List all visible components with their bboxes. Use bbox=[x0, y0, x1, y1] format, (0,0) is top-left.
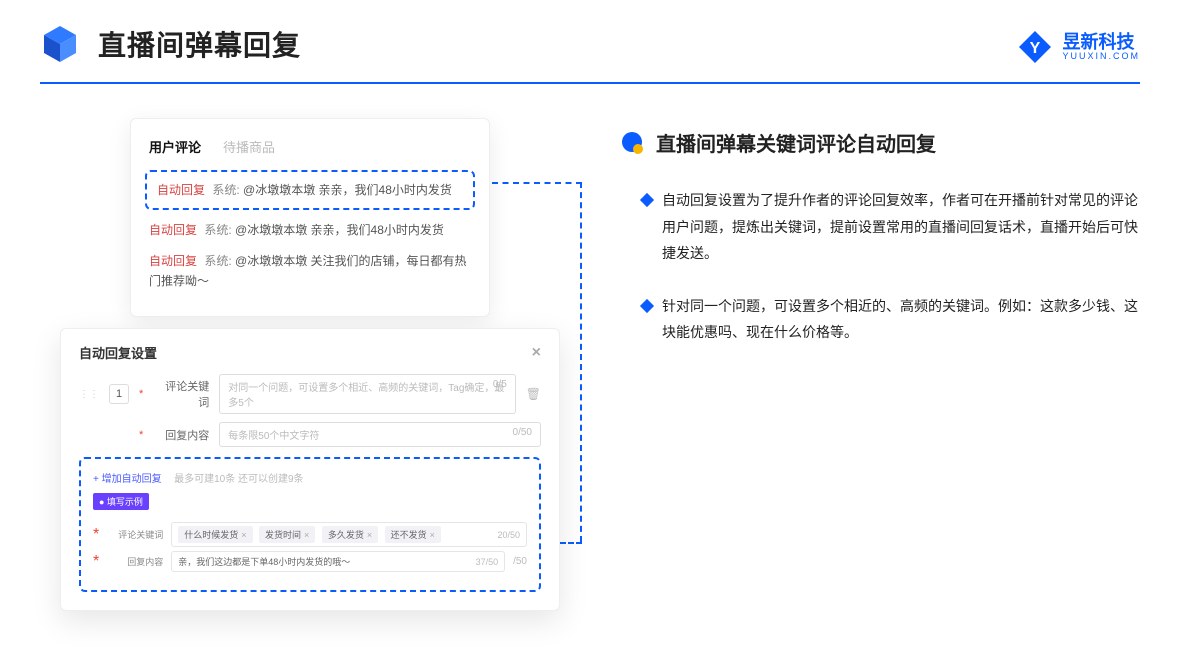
reply-count: 0/50 bbox=[513, 427, 532, 438]
diamond-bullet-icon bbox=[640, 299, 654, 313]
outer-count: /50 bbox=[513, 556, 527, 567]
auto-reply-tag: 自动回复 bbox=[149, 254, 197, 268]
keyword-count: 0/5 bbox=[493, 379, 507, 390]
connector-line bbox=[492, 182, 582, 184]
close-icon[interactable]: × bbox=[532, 344, 541, 362]
auto-reply-tag: 自动回复 bbox=[149, 223, 197, 237]
settings-title: 自动回复设置 bbox=[79, 343, 157, 362]
comments-panel: 用户评论 待播商品 自动回复 系统: @冰墩墩本墩 亲亲，我们48小时内发货 自… bbox=[130, 118, 490, 317]
required-mark: * bbox=[93, 526, 99, 544]
bullet-text: 针对同一个问题，可设置多个相近的、高频的关键词。例如：这款多少钱、这块能优惠吗、… bbox=[662, 293, 1140, 346]
example-reply-label: 回复内容 bbox=[109, 555, 163, 568]
reply-placeholder: 每条限50个中文字符 bbox=[228, 431, 319, 442]
comment-text: @冰墩墩本墩 亲亲，我们48小时内发货 bbox=[243, 183, 452, 197]
comment-text: @冰墩墩本墩 亲亲，我们48小时内发货 bbox=[235, 223, 444, 237]
comment-row-highlight: 自动回复 系统: @冰墩墩本墩 亲亲，我们48小时内发货 bbox=[145, 170, 475, 210]
example-reply-count: 37/50 bbox=[476, 557, 499, 567]
tab-pending-goods[interactable]: 待播商品 bbox=[223, 137, 275, 156]
system-label: 系统: bbox=[204, 223, 235, 237]
connector-line bbox=[580, 182, 582, 542]
example-reply-box[interactable]: 亲，我们这边都是下单48小时内发货的哦～ 37/50 bbox=[171, 551, 505, 572]
keyword-placeholder: 对同一个问题，可设置多个相近、高频的关键词，Tag确定，最多5个 bbox=[228, 383, 504, 409]
app-cube-icon bbox=[40, 24, 80, 64]
system-label: 系统: bbox=[212, 183, 243, 197]
comment-row: 自动回复 系统: @冰墩墩本墩 关注我们的店铺，每日都有热门推荐呦～ bbox=[149, 251, 471, 292]
brand-block: Y 昱新科技 YUUXIN.COM bbox=[1018, 30, 1140, 64]
brand-name: 昱新科技 bbox=[1062, 33, 1140, 51]
drag-handle-icon[interactable]: ⋮⋮ bbox=[79, 389, 99, 400]
auto-reply-settings-panel: 自动回复设置 × ⋮⋮ 1 * 评论关键词 对同一个问题，可设置多个相近、高频的… bbox=[60, 328, 560, 611]
example-keyword-box[interactable]: 什么时候发货 发货时间 多久发货 还不发货 20/50 bbox=[171, 522, 527, 547]
comment-row: 自动回复 系统: @冰墩墩本墩 亲亲，我们48小时内发货 bbox=[149, 220, 471, 240]
keyword-chip[interactable]: 还不发货 bbox=[385, 526, 441, 543]
svg-text:Y: Y bbox=[1030, 40, 1041, 57]
keyword-chip[interactable]: 什么时候发货 bbox=[178, 526, 252, 543]
keyword-input[interactable]: 对同一个问题，可设置多个相近、高频的关键词，Tag确定，最多5个 0/5 bbox=[219, 374, 515, 414]
page-title: 直播间弹幕回复 bbox=[98, 24, 301, 64]
auto-reply-tag: 自动回复 bbox=[157, 183, 205, 197]
example-pill: ● 填写示例 bbox=[93, 493, 149, 510]
example-keyword-count: 20/50 bbox=[497, 530, 520, 540]
required-mark: * bbox=[139, 388, 143, 400]
section-title: 直播间弹幕关键词评论自动回复 bbox=[656, 128, 936, 157]
connector-line bbox=[560, 542, 582, 544]
keyword-label: 评论关键词 bbox=[155, 378, 209, 410]
bullet-text: 自动回复设置为了提升作者的评论回复效率，作者可在开播前针对常见的评论用户问题，提… bbox=[662, 187, 1140, 267]
diamond-bullet-icon bbox=[640, 193, 654, 207]
system-label: 系统: bbox=[204, 254, 235, 268]
add-auto-reply-link[interactable]: + 增加自动回复 bbox=[93, 474, 162, 485]
keyword-chip[interactable]: 多久发货 bbox=[322, 526, 378, 543]
required-mark: * bbox=[139, 429, 143, 441]
brand-url: YUUXIN.COM bbox=[1062, 51, 1140, 61]
keyword-chip[interactable]: 发货时间 bbox=[259, 526, 315, 543]
required-mark: * bbox=[93, 553, 99, 571]
brand-logo-icon: Y bbox=[1018, 30, 1052, 64]
add-hint: 最多可建10条 还可以创建9条 bbox=[174, 474, 303, 485]
example-block: + 增加自动回复 最多可建10条 还可以创建9条 ● 填写示例 * 评论关键词 … bbox=[79, 457, 541, 592]
example-keyword-label: 评论关键词 bbox=[109, 528, 163, 541]
example-reply-text: 亲，我们这边都是下单48小时内发货的哦～ bbox=[178, 555, 350, 568]
delete-icon[interactable]: 🗑 bbox=[526, 387, 541, 401]
reply-input[interactable]: 每条限50个中文字符 0/50 bbox=[219, 422, 541, 447]
rule-number: 1 bbox=[109, 384, 129, 404]
bullet-circle-icon bbox=[620, 131, 644, 155]
reply-label: 回复内容 bbox=[155, 427, 209, 443]
tab-user-comments[interactable]: 用户评论 bbox=[149, 137, 201, 156]
